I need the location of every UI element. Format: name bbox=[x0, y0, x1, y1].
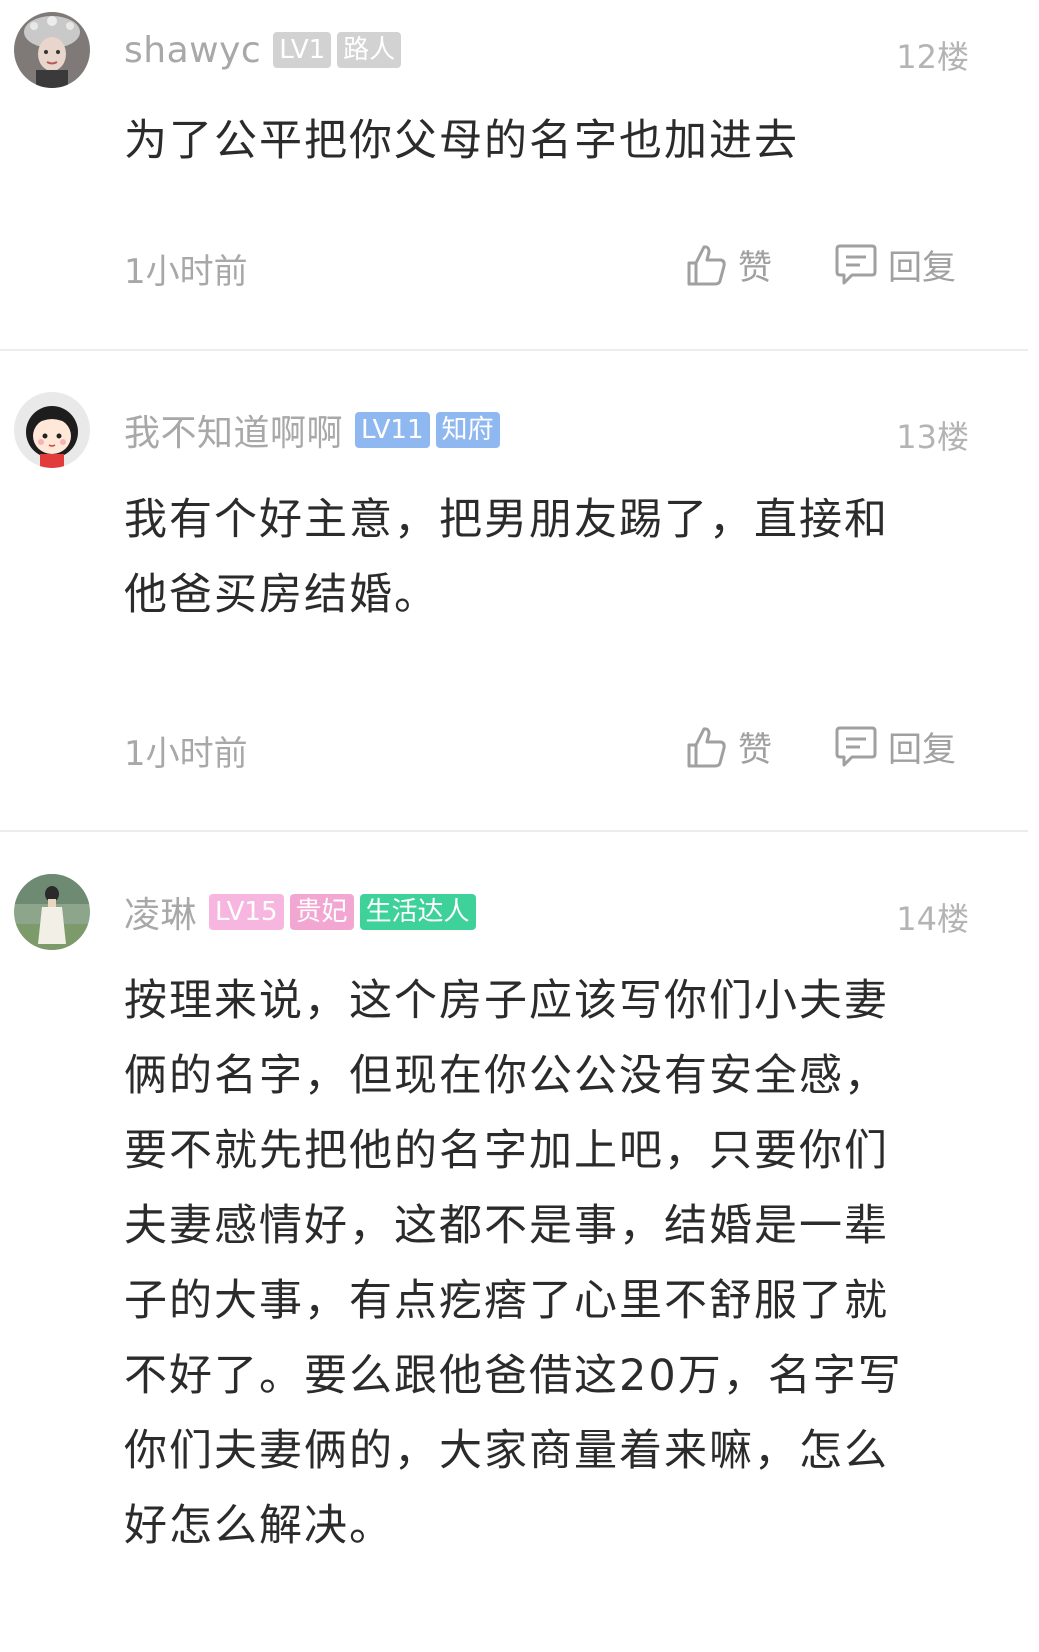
avatar-shawyc[interactable] bbox=[14, 12, 90, 88]
floor-number: 12楼 bbox=[896, 38, 969, 76]
username[interactable]: shawyc bbox=[124, 30, 261, 71]
comment-text: 为了公平把你父母的名字也加进去 bbox=[124, 116, 799, 166]
like-button[interactable]: 赞 bbox=[686, 722, 772, 771]
comment-text: 我有个好主意，把男朋友踢了，直接和他爸买房结婚。 bbox=[124, 495, 889, 620]
floor-number: 13楼 bbox=[896, 418, 969, 456]
level-badge: LV11 bbox=[355, 412, 430, 448]
thumbs-up-icon bbox=[687, 726, 726, 767]
thumbs-up-icon bbox=[687, 244, 726, 285]
avatar-wobuzhidao[interactable] bbox=[14, 392, 90, 468]
timestamp: 1小时前 bbox=[124, 734, 248, 774]
level-badge: LV1 bbox=[273, 32, 332, 68]
cartoon-girl-avatar-icon bbox=[14, 392, 90, 468]
username[interactable]: 凌琳 bbox=[124, 886, 197, 938]
title-badge: 知府 bbox=[435, 412, 500, 448]
name-row: shawyc LV1 路人 bbox=[124, 28, 402, 72]
name-row: 凌琳 LV15 贵妃 生活达人 bbox=[124, 890, 476, 936]
like-button[interactable]: 赞 bbox=[686, 240, 772, 289]
reply-bubble-icon bbox=[835, 726, 877, 766]
reply-button[interactable]: 回复 bbox=[834, 240, 956, 289]
title-badge: 路人 bbox=[337, 32, 402, 68]
comment-divider bbox=[0, 830, 1028, 832]
woman-headdress-avatar-icon bbox=[14, 12, 90, 88]
avatar-linglin[interactable] bbox=[14, 874, 90, 950]
like-label: 赞 bbox=[738, 730, 772, 770]
reply-bubble-icon bbox=[835, 244, 877, 284]
comment-text: 按理来说，这个房子应该写你们小夫妻俩的名字，但现在你公公没有安全感，要不就先把他… bbox=[124, 976, 903, 1551]
timestamp: 1小时前 bbox=[124, 252, 248, 292]
username[interactable]: 我不知道啊啊 bbox=[124, 404, 343, 456]
girl-in-field-avatar-icon bbox=[14, 874, 90, 950]
reply-button[interactable]: 回复 bbox=[834, 722, 956, 771]
floor-number: 14楼 bbox=[896, 900, 969, 938]
title-badge: 贵妃 bbox=[289, 894, 354, 930]
reply-label: 回复 bbox=[888, 730, 956, 770]
reply-label: 回复 bbox=[888, 248, 956, 288]
comment-divider bbox=[0, 349, 1028, 351]
expert-badge: 生活达人 bbox=[359, 894, 476, 930]
like-label: 赞 bbox=[738, 248, 772, 288]
level-badge: LV15 bbox=[209, 894, 284, 930]
name-row: 我不知道啊啊 LV11 知府 bbox=[124, 408, 500, 454]
